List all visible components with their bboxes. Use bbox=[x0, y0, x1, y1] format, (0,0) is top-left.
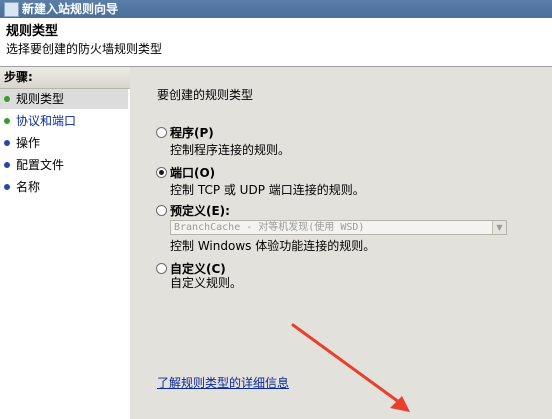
step-rule-type[interactable]: 规则类型 bbox=[0, 89, 128, 109]
steps-heading: 步骤: bbox=[0, 67, 130, 89]
step-label: 协议和端口 bbox=[16, 114, 77, 128]
step-protocol-port[interactable]: 协议和端口 bbox=[0, 111, 128, 131]
step-current-icon bbox=[4, 96, 10, 102]
port-option-label[interactable]: 端口(O) bbox=[170, 164, 215, 181]
program-option-description: 控制程序连接的规则。 bbox=[170, 143, 291, 157]
step-bullet-icon bbox=[4, 140, 10, 146]
step-label: 操作 bbox=[16, 136, 41, 150]
rule-type-prompt: 要创建的规则类型 bbox=[157, 88, 254, 102]
program-radio[interactable] bbox=[156, 127, 167, 138]
learn-more-link[interactable]: 了解规则类型的详细信息 bbox=[157, 374, 289, 391]
predefined-rules-dropdown[interactable]: BranchCache - 对等机发现(使用 WSD) ▼ bbox=[170, 220, 507, 235]
step-name: 名称 bbox=[0, 177, 128, 197]
step-label: 配置文件 bbox=[16, 158, 65, 172]
port-option-description: 控制 TCP 或 UDP 端口连接的规则。 bbox=[170, 183, 365, 197]
page-subtitle: 选择要创建的防火墙规则类型 bbox=[6, 42, 163, 56]
step-label: 规则类型 bbox=[16, 92, 65, 106]
program-option-label[interactable]: 程序(P) bbox=[170, 124, 214, 141]
chevron-down-icon[interactable]: ▼ bbox=[492, 221, 506, 234]
port-radio[interactable] bbox=[156, 167, 167, 178]
step-action: 操作 bbox=[0, 133, 128, 153]
steps-sidebar: 步骤: 规则类型 协议和端口 操作 配置文件 名称 bbox=[0, 67, 130, 419]
window-icon bbox=[4, 2, 19, 17]
window-title: 新建入站规则向导 bbox=[22, 2, 119, 16]
title-bar: 新建入站规则向导 bbox=[0, 0, 552, 18]
predefined-option-description: 控制 Windows 体验功能连接的规则。 bbox=[170, 239, 376, 253]
wizard-header: 规则类型 选择要创建的防火墙规则类型 bbox=[0, 18, 552, 67]
predefined-radio[interactable] bbox=[156, 205, 167, 216]
page-title: 规则类型 bbox=[6, 24, 59, 39]
step-bullet-icon bbox=[4, 162, 10, 168]
step-bullet-icon bbox=[4, 118, 10, 124]
dropdown-value: BranchCache - 对等机发现(使用 WSD) bbox=[174, 222, 365, 233]
custom-option-description: 自定义规则。 bbox=[170, 276, 243, 290]
predefined-option-label[interactable]: 预定义(E): bbox=[170, 202, 230, 219]
step-bullet-icon bbox=[4, 184, 10, 190]
step-label: 名称 bbox=[16, 180, 41, 194]
step-profile: 配置文件 bbox=[0, 155, 128, 175]
custom-radio[interactable] bbox=[156, 263, 167, 274]
